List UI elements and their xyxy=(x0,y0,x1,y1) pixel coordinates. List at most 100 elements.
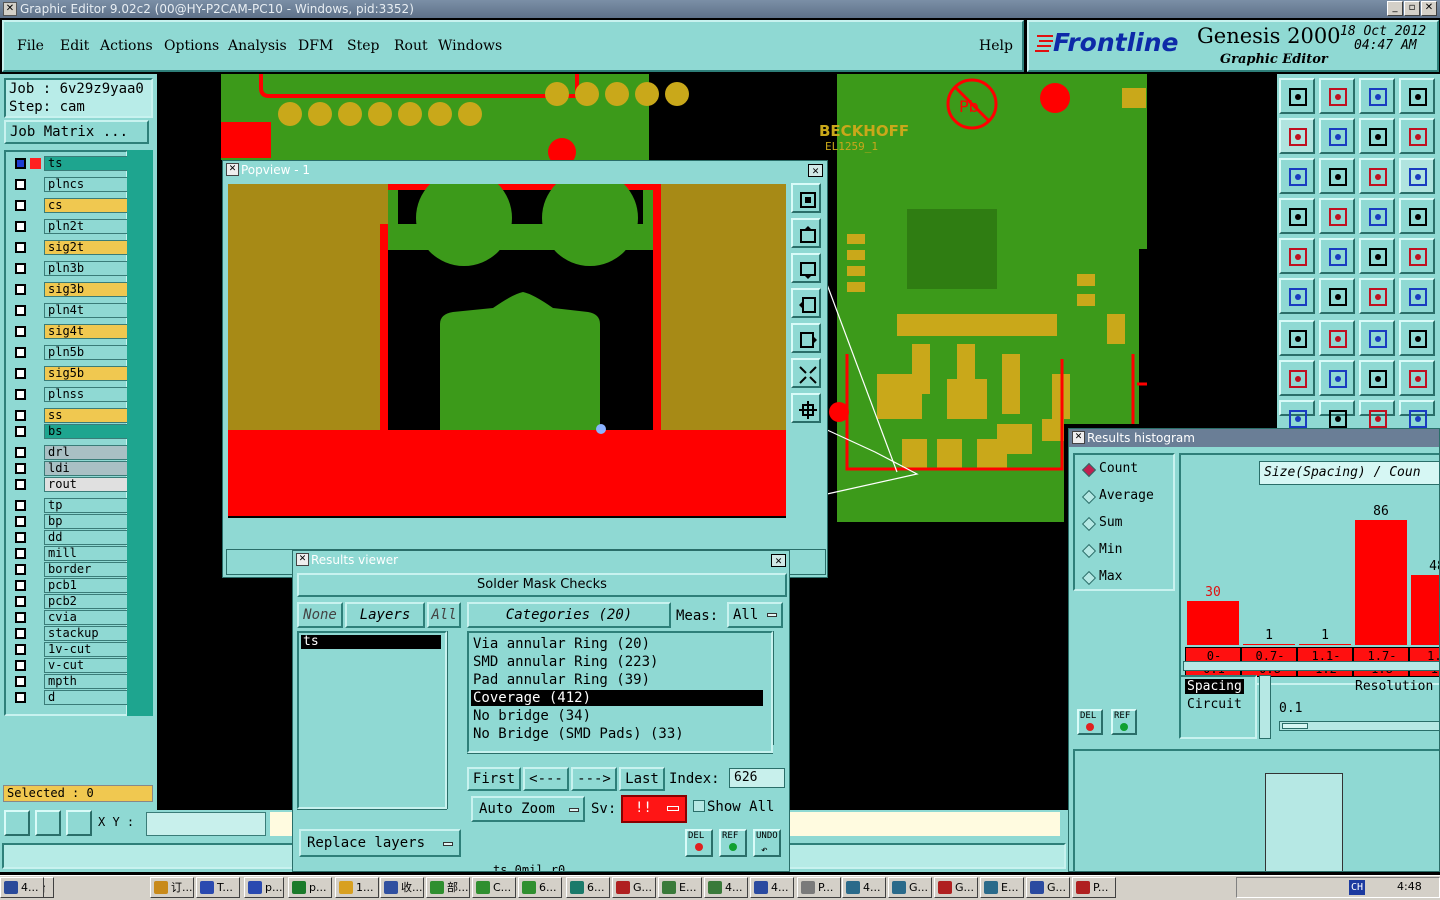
replace-layers-dropdown[interactable]: Replace layers xyxy=(299,829,461,857)
layer-row-rout[interactable]: rout xyxy=(12,477,130,492)
measure-icon[interactable] xyxy=(35,810,61,836)
popview-pan-left-icon[interactable] xyxy=(791,288,821,318)
taskbar-item[interactable]: G... xyxy=(612,877,656,898)
layer-row-ldi[interactable]: ldi xyxy=(12,461,130,476)
category-item[interactable]: No bridge (34) xyxy=(471,708,763,724)
layer-name[interactable]: tp xyxy=(44,498,130,513)
maximize-button[interactable]: ▫ xyxy=(1404,1,1420,16)
zoom-1-2-icon[interactable] xyxy=(1359,158,1395,194)
warn4-icon[interactable] xyxy=(1399,400,1435,428)
layer-checkbox[interactable] xyxy=(15,368,26,379)
mode-label-average[interactable]: Average xyxy=(1099,488,1154,503)
layer-name[interactable]: pcb1 xyxy=(44,578,130,593)
grid-toggle-icon[interactable] xyxy=(1319,198,1355,234)
layer-scroll-area[interactable] xyxy=(127,150,153,716)
layer-checkbox[interactable] xyxy=(15,326,26,337)
layer-name[interactable]: sig4t xyxy=(44,324,130,339)
mode-radio-max[interactable] xyxy=(1081,570,1097,586)
pan-right-icon[interactable] xyxy=(1319,118,1355,154)
taskbar-item[interactable]: 4... xyxy=(0,877,44,898)
layer-checkbox[interactable] xyxy=(15,200,26,211)
layer-name[interactable]: pcb2 xyxy=(44,594,130,609)
mode-radio-average[interactable] xyxy=(1081,489,1097,505)
pan-left-icon[interactable] xyxy=(1279,118,1315,154)
layer-checkbox[interactable] xyxy=(15,479,26,490)
menu-rout[interactable]: Rout xyxy=(394,38,428,54)
layer-name[interactable]: bs xyxy=(44,424,130,439)
layer-name[interactable]: pln3b xyxy=(44,261,130,276)
histogram-ref-icon[interactable]: REF xyxy=(1111,709,1137,735)
measure-item-spacing[interactable]: Spacing xyxy=(1185,679,1244,694)
layer-name[interactable]: mpth xyxy=(44,674,130,689)
job-matrix-button[interactable]: Job Matrix ... xyxy=(4,120,149,144)
menu-help[interactable]: Help xyxy=(979,38,1013,54)
layer-row-1v-cut[interactable]: 1v-cut xyxy=(12,642,130,657)
layer-checkbox[interactable] xyxy=(15,284,26,295)
measure-scrollbar[interactable] xyxy=(1259,675,1271,739)
zoom-fit-icon[interactable] xyxy=(4,810,30,836)
undo-icon[interactable]: UNDO ↶ xyxy=(753,829,781,857)
mode-label-max[interactable]: Max xyxy=(1099,569,1122,584)
layer-checkbox[interactable] xyxy=(15,548,26,559)
layer-row-pln5b[interactable]: pln5b xyxy=(12,345,130,360)
layer-checkbox[interactable] xyxy=(15,644,26,655)
warn2-icon[interactable] xyxy=(1319,400,1355,428)
snap-icon[interactable] xyxy=(1279,198,1315,234)
taskbar-item[interactable]: G... xyxy=(934,877,978,898)
layer-checkbox[interactable] xyxy=(15,628,26,639)
pad-icon[interactable] xyxy=(1399,238,1435,274)
layer-name[interactable]: border xyxy=(44,562,130,577)
popview-title-bar[interactable]: ✕ Popview - 1 xyxy=(223,161,827,179)
layer-row-plnss[interactable]: plnss xyxy=(12,387,130,402)
close-button[interactable]: ✕ xyxy=(1421,1,1437,16)
histogram-bar[interactable] xyxy=(1411,575,1439,645)
layer-checkbox[interactable] xyxy=(15,347,26,358)
layer-list-hscrollbar[interactable] xyxy=(297,809,447,823)
select-window-icon[interactable] xyxy=(1399,198,1435,234)
taskbar-item[interactable]: G... xyxy=(1026,877,1070,898)
layer-checkbox[interactable] xyxy=(15,692,26,703)
layer-checkbox[interactable] xyxy=(15,564,26,575)
index-input[interactable]: 626 xyxy=(729,768,785,788)
menu-file[interactable]: File xyxy=(17,38,44,54)
histogram-bar[interactable] xyxy=(1299,644,1351,645)
warn3-icon[interactable] xyxy=(1359,400,1395,428)
text-icon[interactable] xyxy=(1399,320,1435,356)
house-icon[interactable] xyxy=(1359,78,1395,114)
ref-icon[interactable]: REF xyxy=(719,829,747,857)
layer-row-plncs[interactable]: plncs xyxy=(12,177,130,192)
layer-checkbox[interactable] xyxy=(15,158,26,169)
layer-name[interactable]: pln2t xyxy=(44,219,130,234)
layer-row-sig5b[interactable]: sig5b xyxy=(12,366,130,381)
mode-radio-count[interactable] xyxy=(1081,462,1097,478)
taskbar-item[interactable]: P... xyxy=(1072,877,1116,898)
first-button[interactable]: First xyxy=(467,767,521,791)
layer-checkbox[interactable] xyxy=(15,580,26,591)
layer-row-cs[interactable]: cs xyxy=(12,198,130,213)
taskbar-item[interactable]: 收... xyxy=(380,877,424,898)
help-icon[interactable] xyxy=(1399,158,1435,194)
layer-row-ss[interactable]: ss xyxy=(12,408,130,423)
minus-icon[interactable] xyxy=(1319,360,1355,396)
taskbar-item[interactable]: 1... xyxy=(335,877,379,898)
taskbar-item[interactable]: P... xyxy=(797,877,841,898)
move-icon[interactable] xyxy=(1279,278,1315,314)
resolution-slider-thumb[interactable] xyxy=(1282,723,1308,729)
histogram-del-icon[interactable]: DEL xyxy=(1077,709,1103,735)
popview-pan-right-icon[interactable] xyxy=(791,323,821,353)
layer-name[interactable]: 1v-cut xyxy=(44,642,130,657)
auto-zoom-dropdown[interactable]: Auto Zoom xyxy=(471,796,585,822)
layer-checkbox[interactable] xyxy=(15,263,26,274)
category-item[interactable]: Pad annular Ring (39) xyxy=(471,672,763,688)
layer-row-sig4t[interactable]: sig4t xyxy=(12,324,130,339)
select-mode-icon[interactable] xyxy=(1359,198,1395,234)
results-viewer-title-bar[interactable]: ✕ Results viewer xyxy=(293,551,789,569)
popview-fit-icon[interactable] xyxy=(791,393,821,423)
layer-name[interactable]: sig2t xyxy=(44,240,130,255)
delete-icon[interactable] xyxy=(1319,278,1355,314)
menu-edit[interactable]: Edit xyxy=(60,38,89,54)
layer-name[interactable]: plncs xyxy=(44,177,130,192)
home-icon[interactable] xyxy=(1279,78,1315,114)
taskbar-item[interactable]: 4... xyxy=(842,877,886,898)
layer-name[interactable]: drl xyxy=(44,445,130,460)
